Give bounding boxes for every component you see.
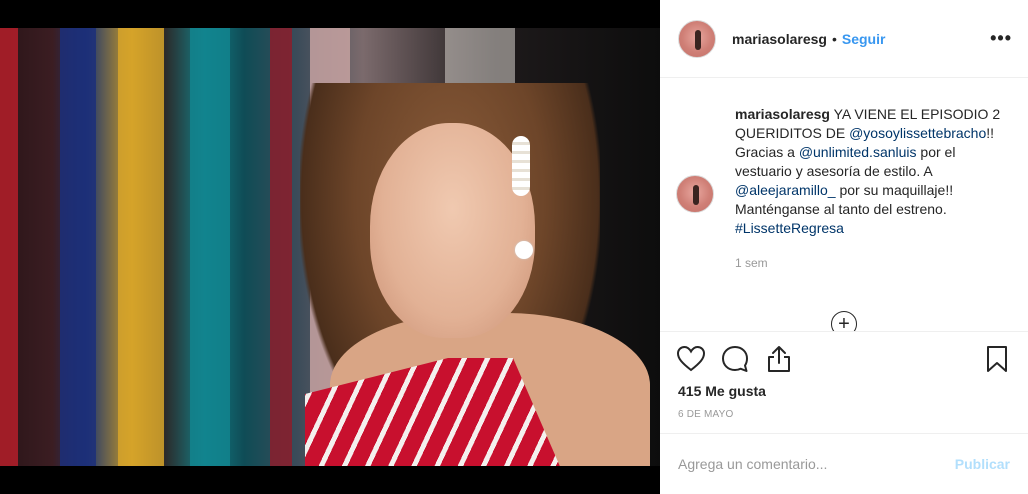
comments-section: mariasolaresg YA VIENE EL EPISODIO 2 QUE… [660, 79, 1028, 331]
post-actions: 415 Me gusta 6 DE MAYO [660, 331, 1028, 433]
share-icon[interactable] [764, 344, 794, 374]
post-caption: mariasolaresg YA VIENE EL EPISODIO 2 QUE… [735, 105, 1015, 273]
mention-link[interactable]: @unlimited.sanluis [799, 144, 917, 160]
caption-timestamp[interactable]: 1 sem [735, 254, 1015, 273]
header-username[interactable]: mariasolaresg [732, 31, 827, 47]
post-media[interactable] [0, 0, 660, 494]
mention-link[interactable]: @yosoylissettebracho [849, 125, 986, 141]
publish-button[interactable]: Publicar [955, 456, 1010, 472]
comment-bar: Publicar [660, 433, 1028, 494]
hashtag-link[interactable]: #LissetteRegresa [735, 220, 844, 236]
heart-icon[interactable] [676, 344, 706, 374]
likes-count[interactable]: 415 Me gusta [678, 383, 766, 399]
comment-input[interactable] [678, 456, 955, 472]
mention-link[interactable]: @aleejaramillo_ [735, 182, 836, 198]
avatar[interactable] [678, 19, 716, 58]
post-side-panel: mariasolaresg • Seguir ••• mariasolaresg… [660, 0, 1028, 494]
caption-avatar[interactable] [676, 175, 714, 213]
load-more-comments-icon[interactable]: + [831, 311, 857, 331]
caption-username[interactable]: mariasolaresg [735, 106, 830, 122]
follow-button[interactable]: Seguir [842, 31, 886, 47]
comment-icon[interactable] [720, 344, 750, 374]
separator-dot: • [831, 30, 837, 47]
post-photo[interactable] [0, 28, 660, 466]
post-header: mariasolaresg • Seguir ••• [660, 0, 1028, 78]
more-options-icon[interactable]: ••• [990, 28, 1012, 49]
post-date[interactable]: 6 DE MAYO [678, 409, 734, 420]
bookmark-icon[interactable] [982, 344, 1012, 374]
